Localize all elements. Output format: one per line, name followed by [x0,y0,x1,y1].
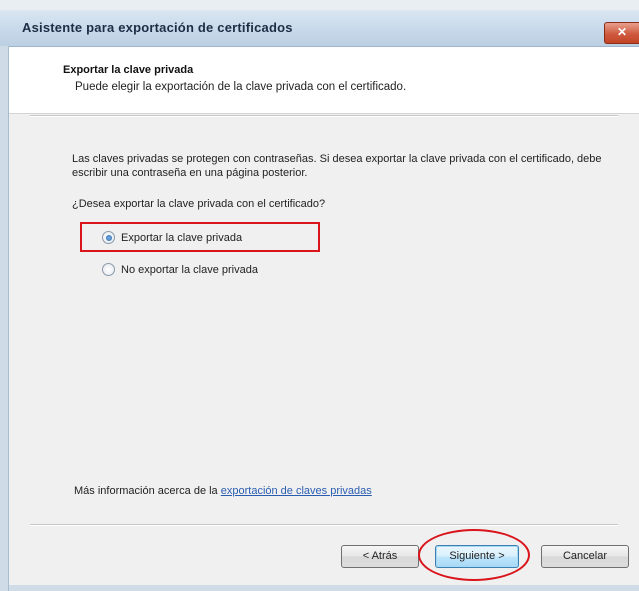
highlight-circle [418,529,530,581]
radio-no-export-private-key[interactable]: No exportar la clave privada [102,263,258,276]
header-title: Exportar la clave privada [63,64,194,76]
question-text: ¿Desea exportar la clave privada con el … [72,198,326,210]
title-bar: Asistente para exportación de certificad… [0,10,639,47]
description-text: Las claves privadas se protegen con cont… [72,153,602,179]
footer-divider [30,524,618,526]
more-info-prefix: Más información acerca de la [74,485,218,497]
header-subtitle: Puede elegir la exportación de la clave … [75,81,407,93]
more-info-text: Más información acerca de la exportación… [74,485,372,497]
radio-button-unchecked[interactable] [102,263,115,276]
window-title: Asistente para exportación de certificad… [22,20,293,35]
window-bottom-border [9,585,639,591]
highlight-box [80,222,320,252]
close-icon: ✕ [616,25,628,39]
back-button[interactable]: < Atrás [341,545,419,568]
private-key-export-link[interactable]: exportación de claves privadas [221,485,372,497]
window-left-border [0,46,9,591]
wizard-header: Exportar la clave privada Puede elegir l… [9,47,639,114]
close-button[interactable]: ✕ [604,22,639,44]
radio-label[interactable]: No exportar la clave privada [121,264,258,276]
cancel-button[interactable]: Cancelar [541,545,629,568]
header-divider [30,115,618,117]
